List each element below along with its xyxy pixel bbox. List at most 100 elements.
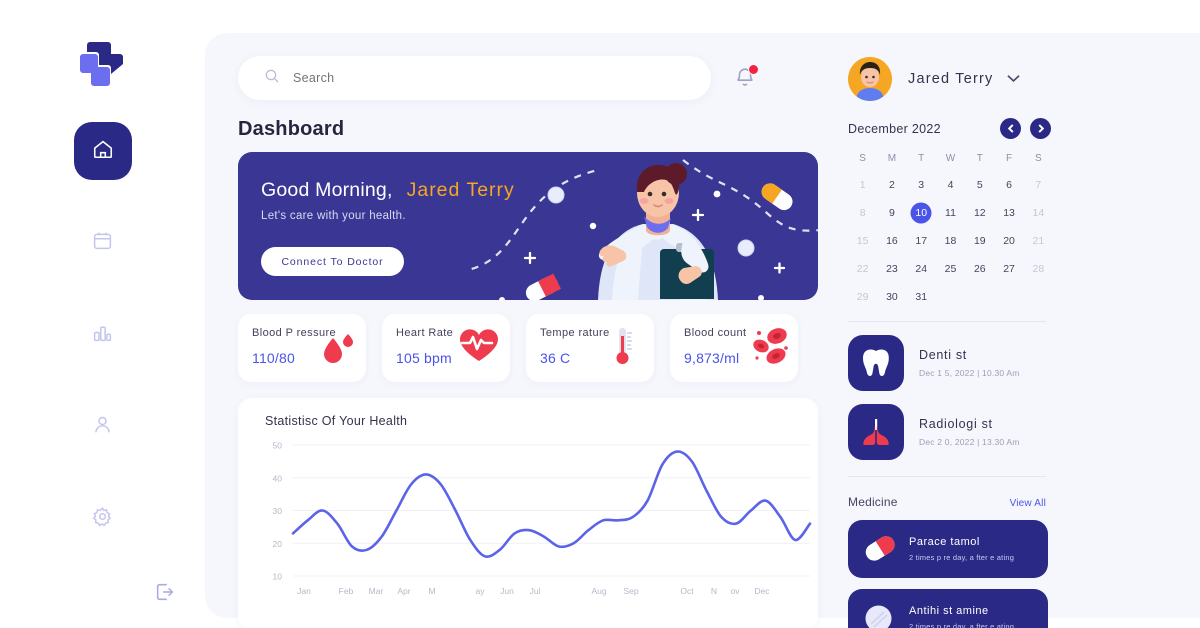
svg-text:Mar: Mar [369,586,384,596]
medicine-name: Parace tamol [909,536,980,548]
calendar-day[interactable]: 28 [1024,259,1053,279]
health-line-chart: 50 40 30 20 10 Jan Feb Mar Apr May Jun Jul Aug Sep Oct… [273,441,812,596]
calendar-day[interactable]: 22 [848,259,877,279]
lungs-icon [848,404,904,460]
appointment-dentist[interactable]: Denti st Dec 1 5, 2022 | 10.30 Am [848,335,1048,391]
calendar-day[interactable]: 20 [994,231,1023,251]
medicine-item-antihistamine[interactable]: Antihi st amine 2 times p re day, a fter… [848,589,1048,628]
medicine-dose: 2 times p re day, a fter e ating [909,622,1015,628]
appointment-title: Denti st [919,348,967,362]
capsule-icon [862,533,895,566]
calendar-day[interactable]: 23 [877,259,906,279]
logout-icon [154,581,176,608]
metric-card-heart-rate[interactable]: Heart Rate 105 bpm [382,314,510,382]
chevron-down-icon[interactable] [1007,70,1021,88]
calendar-day[interactable]: 24 [907,259,936,279]
search-icon [264,68,280,89]
calendar-day[interactable]: 1 [848,175,877,195]
sidebar-item-profile[interactable] [74,398,132,456]
calendar-day[interactable]: 27 [994,259,1023,279]
svg-text:Sep: Sep [623,586,638,596]
calendar-day[interactable]: 2 [877,175,906,195]
calendar-day[interactable]: 14 [1024,203,1053,223]
calendar-day[interactable]: 6 [994,175,1023,195]
calendar-day[interactable]: 5 [965,175,994,195]
calendar-day[interactable]: 18 [936,231,965,251]
svg-text:10: 10 [273,572,283,582]
svg-text:Jun: Jun [500,586,514,596]
search-bar[interactable] [238,56,711,100]
hero-subtitle: Let's care with your health. [261,210,406,222]
calendar-dow: W [945,153,956,164]
calendar-day-selected[interactable]: 10 [907,203,936,223]
svg-text:30: 30 [273,506,283,516]
calendar-next-button[interactable] [1030,118,1051,139]
calendar-day[interactable]: 7 [1024,175,1053,195]
calendar-day[interactable]: 16 [877,231,906,251]
calendar-day[interactable]: 9 [877,203,906,223]
metric-card-temperature[interactable]: Tempe rature 36 C [526,314,654,382]
sidebar [0,0,205,628]
appointment-date: Dec 2 0, 2022 | 13.30 Am [919,437,1020,447]
appointment-date: Dec 1 5, 2022 | 10.30 Am [919,368,1020,378]
chart-title: Statistisc Of Your Health [265,414,408,428]
connect-to-doctor-button[interactable]: Connect To Doctor [261,247,404,276]
tooth-icon [848,335,904,391]
appointment-body: Radiologi st Dec 2 0, 2022 | 13.30 Am [919,417,1020,447]
medicine-item-paracetamol[interactable]: Parace tamol 2 times p re day, a fter e … [848,520,1048,578]
hero-greeting: Good Morning, Jared Terry [261,179,515,202]
calendar-day[interactable]: 4 [936,175,965,195]
metric-card-blood-pressure[interactable]: Blood P ressure 110/80 [238,314,366,382]
sidebar-item-calendar[interactable] [74,214,132,272]
bell-icon [734,68,756,92]
medicine-body: Antihi st amine 2 times p re day, a fter… [909,605,1014,628]
svg-text:Dec: Dec [754,586,770,596]
calendar-dow: T [918,153,925,164]
sidebar-item-statistics[interactable] [74,306,132,364]
calendar-day[interactable]: 21 [1024,231,1053,251]
calendar-day[interactable]: 30 [877,287,906,307]
calendar-day[interactable]: 29 [848,287,877,307]
calendar-day[interactable]: 8 [848,203,877,223]
calendar-day[interactable]: 13 [994,203,1023,223]
gear-icon [92,506,113,532]
hero-banner: Good Morning, Jared Terry Let's care with… [238,152,818,300]
search-input[interactable] [293,71,653,85]
calendar-day[interactable]: 17 [907,231,936,251]
calendar-grid: S M T W T F S 1 2 3 4 5 6 7 8 9 10 11 12 13 14 15 16 17 18 19 20 21… [848,151,1053,307]
calendar-day[interactable]: 25 [936,259,965,279]
medicine-header: Medicine View All [848,495,1046,509]
calendar-prev-button[interactable] [1000,118,1021,139]
calendar-dow: F [1006,153,1013,164]
sidebar-item-home[interactable] [73,122,132,180]
metric-card-blood-count[interactable]: Blood count 9,873/ml [670,314,798,382]
calendar-dow: S [1035,153,1042,164]
sidebar-item-settings[interactable] [74,490,132,548]
heart-pulse-icon [457,324,501,368]
avatar [848,57,892,101]
calendar-day[interactable]: 12 [965,203,994,223]
calendar-day [965,287,994,307]
calendar-day[interactable]: 31 [907,287,936,307]
medical-cross-logo-icon [73,38,133,92]
medicine-view-all-link[interactable]: View All [1010,498,1046,509]
calendar-day[interactable]: 15 [848,231,877,251]
calendar-day[interactable]: 19 [965,231,994,251]
sidebar-nav [73,122,132,548]
svg-text:Oct: Oct [680,586,694,596]
calendar-day[interactable]: 11 [936,203,965,223]
calendar-day[interactable]: 3 [907,175,936,195]
hero-greeting-text: Good Morning, [261,179,393,201]
hero-user-name: Jared Terry [406,179,515,201]
notification-bell-button[interactable] [734,64,759,92]
svg-text:20: 20 [273,539,283,549]
metric-cards: Blood P ressure 110/80 Heart Rate 105 bp… [238,314,839,382]
appointment-radiologist[interactable]: Radiologi st Dec 2 0, 2022 | 13.30 Am [848,404,1048,460]
blood-cells-icon [745,324,789,368]
calendar-day[interactable]: 26 [965,259,994,279]
profile-header[interactable]: Jared Terry [848,33,1200,101]
logout-button[interactable] [146,578,184,610]
hero-text-block: Good Morning, Jared Terry Let's care with… [261,179,515,222]
notification-unread-dot [748,64,759,75]
dashboard-root: Dashboard [0,0,1200,628]
